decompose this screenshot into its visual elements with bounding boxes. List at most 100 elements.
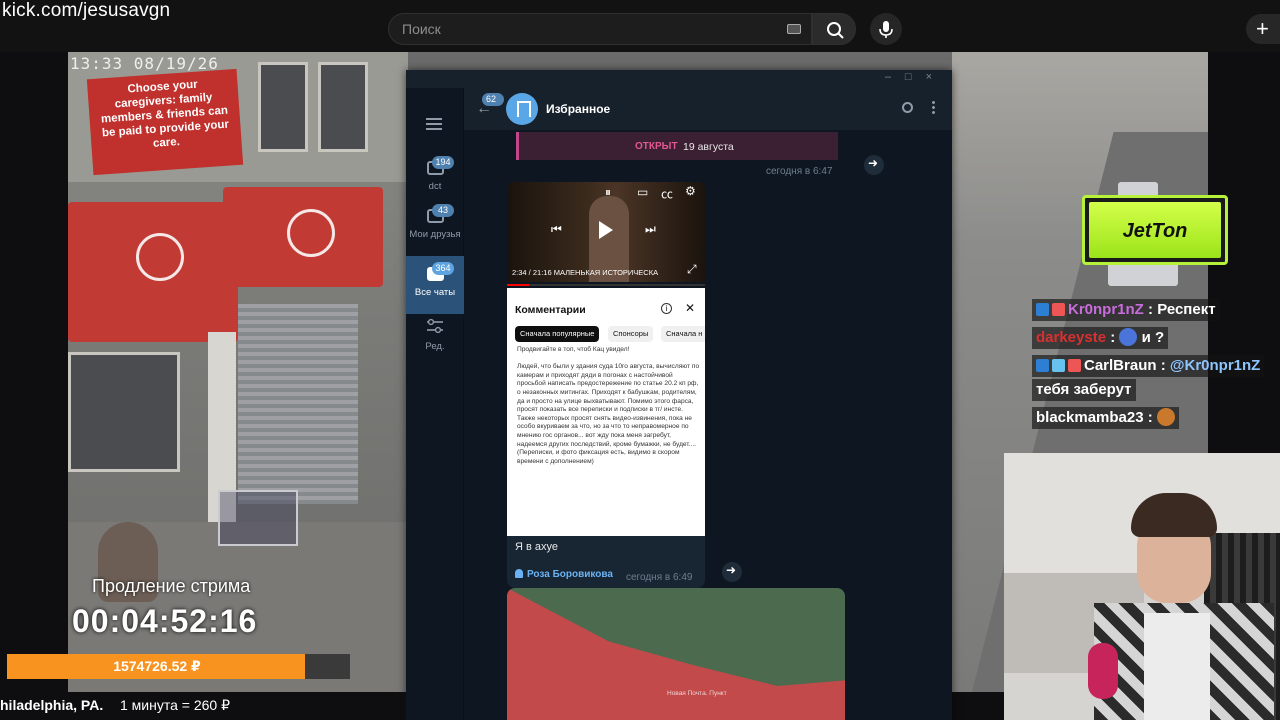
donation-goal-bar: 1574726.52 ₽	[7, 654, 350, 679]
close-icon[interactable]: ✕	[685, 301, 695, 315]
streamer-webcam	[1004, 453, 1280, 720]
folder-label: Мои друзья	[409, 229, 461, 240]
settings-icon[interactable]: ⚙	[685, 184, 696, 198]
chat-text: и ?	[1137, 329, 1165, 346]
shopping-cart	[218, 490, 298, 546]
create-button[interactable]: +	[1246, 14, 1280, 44]
video-progress[interactable]	[507, 284, 705, 286]
extension-timer: 00:04:52:16	[72, 603, 258, 639]
chat-separator: :	[1143, 409, 1157, 426]
chip-newest[interactable]: Сначала н	[661, 326, 705, 342]
storefront-window	[68, 352, 180, 472]
stream-screen: kick.com/jesusavgn Поиск + Choose your c…	[0, 0, 1280, 720]
folder-friends[interactable]: 43 Мои друзья	[406, 198, 464, 256]
voice-search-button[interactable]	[870, 13, 902, 45]
map-label: Новая Почта. Пункт	[667, 690, 727, 697]
browser-top-bar: kick.com/jesusavgn Поиск +	[0, 0, 1280, 52]
event-date: 19 августа	[683, 141, 734, 153]
cast-icon[interactable]: ▭	[637, 185, 648, 199]
message-list[interactable]: ОТКРЫТ 19 августа сегодня в 6:47 ⏸ ▭ ㏄ ⚙…	[464, 130, 952, 720]
chip-popular[interactable]: Сначала популярные	[515, 326, 600, 342]
bottom-info-strip: hiladelphia, PA. 1 минута = 260 ₽	[0, 692, 406, 720]
chat-message: CarlBraun : @Kr0npr1nZ	[1032, 355, 1265, 377]
play-icon[interactable]	[599, 221, 613, 239]
microphone-icon	[879, 21, 893, 38]
message-timestamp: сегодня в 6:47	[766, 166, 833, 177]
chat-mention[interactable]: @Kr0npr1nZ	[1170, 357, 1260, 374]
unread-badge: 43	[432, 204, 454, 217]
more-vertical-icon[interactable]	[932, 100, 935, 115]
unread-badge: 194	[432, 156, 454, 169]
previous-icon[interactable]: ⏮	[551, 222, 562, 237]
microphone	[1088, 643, 1118, 699]
red-awning	[68, 202, 238, 342]
video-preview[interactable]: ⏸ ▭ ㏄ ⚙ ⏮ ⏭ 2:34 / 21:16 МАЛЕНЬКАЯ ИСТОР…	[507, 182, 705, 282]
sender-label: Роза Боровикова	[527, 569, 613, 580]
folder-all-chats[interactable]: 364 Все чаты	[406, 256, 464, 314]
message-timestamp: сегодня в 6:49	[626, 572, 693, 583]
metal-shutter	[238, 304, 358, 504]
search-input[interactable]: Поиск	[388, 13, 812, 45]
forward-icon[interactable]	[864, 155, 884, 175]
telegram-titlebar: –□×	[406, 70, 952, 88]
location-text: hiladelphia, PA.	[0, 697, 104, 713]
channel-url: kick.com/jesusavgn	[2, 0, 171, 21]
chat-username[interactable]: blackmamba23	[1036, 409, 1144, 426]
captions-icon[interactable]: ㏄	[661, 185, 673, 202]
cube-badge-icon	[1052, 359, 1065, 372]
event-status: ОТКРЫТ	[635, 141, 678, 152]
chat-username[interactable]: darkeyste	[1036, 329, 1106, 346]
comments-panel: Комментарии i ✕ Сначала популярные Спонс…	[507, 288, 705, 536]
cam-timestamp: 13:33 08/19/26	[70, 54, 219, 73]
fullscreen-icon[interactable]: ⤢	[687, 262, 697, 277]
folder-label: dct	[428, 181, 442, 192]
extension-title: Продление стрима	[92, 576, 251, 596]
bookmark-icon	[506, 93, 538, 125]
emote-icon	[1156, 408, 1175, 426]
chat-username[interactable]: CarlBraun	[1084, 357, 1157, 374]
chat-text: Респект	[1157, 301, 1216, 318]
chat-text: тебя заберут	[1036, 381, 1132, 398]
chat-header: ← 62 Избранное	[464, 88, 952, 130]
comment-text: Продвигайте в топ, чтоб Кац увидел! Люде…	[517, 346, 700, 465]
pause-icon[interactable]: ⏸	[605, 185, 611, 200]
search-placeholder: Поиск	[402, 21, 441, 37]
verified-badge-icon	[1036, 359, 1049, 372]
jetton-logo: JetTon	[1089, 202, 1221, 258]
menu-icon[interactable]	[426, 118, 442, 130]
search-button[interactable]	[812, 13, 856, 45]
unread-badge: 364	[432, 262, 454, 275]
window-controls[interactable]: –□×	[885, 71, 946, 83]
donation-amount: 1574726.52 ₽	[113, 658, 201, 674]
keyboard-icon[interactable]	[787, 24, 801, 34]
forward-icon[interactable]	[722, 562, 742, 582]
telegram-window[interactable]: –□× 194 dct 43 Мои друзья 364 Все чаты Р…	[406, 70, 952, 720]
video-time-value: 2:34 / 21:16	[512, 268, 552, 277]
search-icon[interactable]	[902, 102, 913, 113]
event-card[interactable]: ОТКРЫТ 19 августа	[516, 132, 838, 160]
chip-sponsors[interactable]: Спонсоры	[608, 326, 654, 342]
caregiver-sign: Choose your caregivers: family members &…	[86, 68, 244, 176]
sign-text: Choose your caregivers: family members &…	[100, 78, 230, 150]
gift-badge-icon	[1052, 303, 1065, 316]
next-icon[interactable]: ⏭	[645, 222, 656, 237]
chat-message: darkeyste : и ?	[1032, 327, 1169, 349]
info-icon[interactable]: i	[661, 303, 672, 314]
chat-username[interactable]: Kr0npr1nZ	[1068, 301, 1144, 318]
jetton-sponsor-banner[interactable]: JetTon	[1082, 195, 1228, 265]
map-image[interactable]: Новая Почта. Пункт	[507, 588, 845, 720]
folder-rail: 194 dct 43 Мои друзья 364 Все чаты Ред.	[406, 88, 464, 720]
sliders-icon	[427, 318, 443, 334]
folder-edit[interactable]: Ред.	[406, 310, 464, 368]
rate-text: 1 минута = 260 ₽	[120, 697, 231, 713]
user-icon	[515, 569, 523, 578]
back-unread-badge: 62	[482, 93, 504, 106]
sender-name: Роза Боровикова	[515, 569, 613, 580]
gift-badge-icon	[1068, 359, 1081, 372]
comments-title: Комментарии	[515, 304, 586, 316]
chat-separator: :	[1156, 357, 1170, 374]
message-text: Я в ахуе	[515, 541, 559, 553]
video-title: МАЛЕНЬКАЯ ИСТОРИЧЕСКА	[553, 268, 659, 277]
folder-label: Ред.	[425, 341, 445, 352]
emote-icon	[1119, 328, 1138, 346]
